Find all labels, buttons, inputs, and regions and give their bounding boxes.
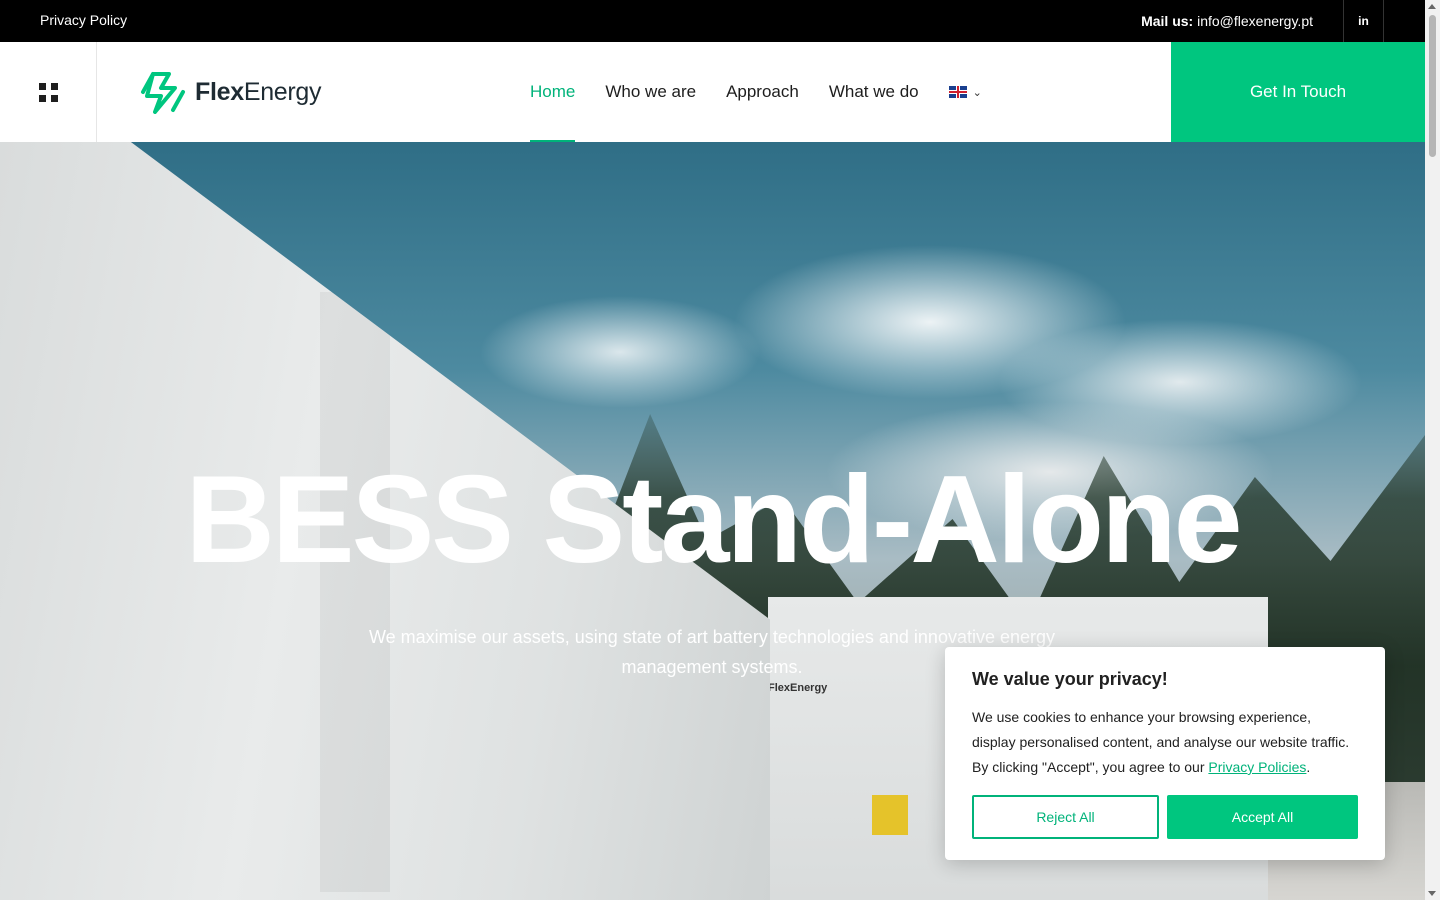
scrollbar-thumb[interactable] [1429, 15, 1436, 157]
grid-icon [38, 82, 58, 102]
accept-all-button[interactable]: Accept All [1167, 795, 1358, 839]
logo-text: FlexEnergy [195, 77, 322, 107]
site-header: FlexEnergy Home Who we are Approach What… [0, 42, 1425, 142]
cookie-buttons: Reject All Accept All [972, 795, 1358, 839]
lightning-logo-icon [141, 72, 185, 114]
site-logo[interactable]: FlexEnergy [139, 70, 322, 114]
menu-grid-button[interactable] [0, 42, 97, 142]
cookie-text: We use cookies to enhance your browsing … [972, 705, 1358, 780]
chevron-down-icon: ⌄ [972, 86, 982, 99]
mail-info: Mail us: info@flexenergy.pt [1141, 13, 1313, 29]
privacy-policy-link[interactable]: Privacy Policy [40, 12, 127, 28]
container-logo: FlexEnergy [768, 682, 828, 694]
caution-sign [872, 795, 908, 835]
scroll-down-arrow-icon[interactable] [1428, 891, 1436, 896]
main-nav: Home Who we are Approach What we do ⌄ [530, 42, 982, 142]
logo-energy: Energy [243, 77, 322, 106]
page-scrollbar[interactable] [1425, 0, 1440, 900]
cookie-consent-dialog: We value your privacy! We use cookies to… [945, 647, 1385, 860]
top-bar: Privacy Policy Mail us: info@flexenergy.… [0, 0, 1425, 42]
reject-all-button[interactable]: Reject All [972, 795, 1159, 839]
mail-link[interactable]: info@flexenergy.pt [1197, 13, 1313, 29]
nav-who-we-are[interactable]: Who we are [605, 42, 696, 142]
uk-flag-icon [948, 86, 967, 98]
nav-home[interactable]: Home [530, 42, 576, 142]
linkedin-icon[interactable]: in [1343, 0, 1384, 42]
hero-title: BESS Stand-Alone [185, 451, 1242, 589]
mail-label: Mail us: [1141, 13, 1194, 29]
cookie-title: We value your privacy! [972, 669, 1168, 689]
nav-approach[interactable]: Approach [726, 42, 799, 142]
language-selector[interactable]: ⌄ [948, 42, 982, 142]
nav-what-we-do[interactable]: What we do [829, 42, 919, 142]
get-in-touch-button[interactable]: Get In Touch [1171, 42, 1425, 142]
privacy-policies-link[interactable]: Privacy Policies [1208, 759, 1306, 775]
logo-flex: Flex [195, 77, 244, 106]
scroll-up-arrow-icon[interactable] [1428, 4, 1436, 9]
cookie-text-end: . [1306, 759, 1311, 775]
